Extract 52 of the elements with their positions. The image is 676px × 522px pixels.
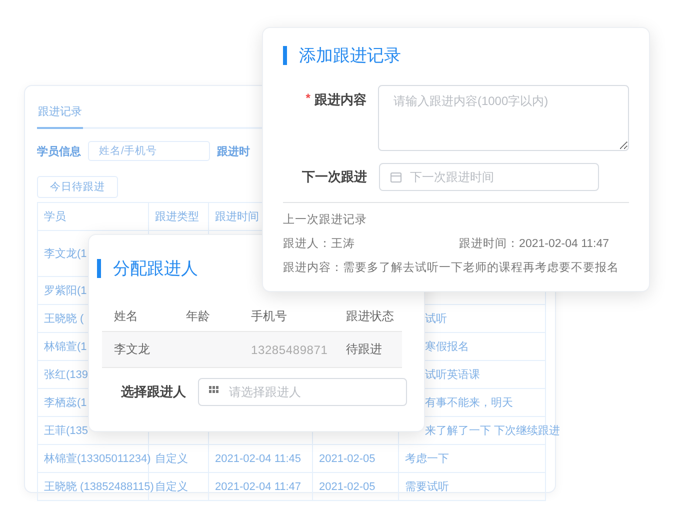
table-cell-text: 考虑一下 [405, 452, 449, 466]
filter-label: 跟进时 [217, 144, 250, 158]
table-cell-text: 自定义 [155, 480, 188, 494]
calendar-icon [390, 171, 402, 183]
table-cell-text: 需要试听 [405, 480, 449, 494]
table-cell-text: 有事不能来，明天 [425, 396, 513, 410]
table-cell-text: 来了解了一下 下次继续跟进 [425, 424, 560, 438]
table-cell-text: 李文龙(1 [44, 246, 87, 261]
column-header: 跟进状态 [346, 308, 394, 325]
time-text: 跟进时间：2021-02-04 11:47 [459, 236, 609, 251]
table-cell-text: 林锦萱(1 [44, 340, 87, 354]
select-field[interactable]: 请选择跟进人 [198, 378, 407, 406]
date-field[interactable]: 下一次跟进时间 [379, 163, 599, 191]
table-cell-text: 试听英语课 [425, 368, 480, 382]
filter-label: 学员信息 [37, 144, 81, 158]
column-header: 手机号 [251, 308, 287, 325]
table-cell: 李文龙 [114, 341, 150, 358]
column-header: 学员 [44, 210, 66, 224]
follower-text: 跟进人：王涛 [283, 236, 355, 251]
table-cell-text: 张红(139 [44, 368, 88, 382]
today-followup-button[interactable]: 今日待跟进 [37, 176, 118, 198]
content-field[interactable]: 请输入跟进内容(1000字以内) [378, 85, 629, 151]
field-label: 跟进内容 [314, 91, 366, 109]
table-cell: 2021-02-04 11:45 [215, 452, 302, 464]
table-cell-text: 王菲(135 [44, 424, 88, 438]
table-cell-text: 罗紫阳(1 [44, 284, 87, 298]
dialog-title: 分配跟进人 [113, 258, 198, 280]
required-mark: * [306, 91, 310, 107]
field-label: 选择跟进人 [121, 383, 186, 401]
table-cell-text: 王晓晓 ( [44, 312, 84, 326]
table-cell: 2021-02-05 [319, 480, 376, 492]
grid-icon [209, 386, 219, 394]
table-cell-text: 王晓晓 (13852488115) [44, 480, 154, 494]
field-label: 下一次跟进 [302, 168, 367, 186]
dialog-title: 添加跟进记录 [299, 45, 401, 67]
table-cell-text: 寒假报名 [425, 340, 469, 354]
content-text: 跟进内容：需要多了解去试听一下老师的课程再考虑要不要报名 [283, 260, 620, 275]
column-header: 跟进时间 [215, 210, 259, 224]
column-header: 姓名 [114, 308, 138, 325]
column-header: 年龄 [186, 308, 210, 325]
column-header: 跟进类型 [155, 210, 199, 224]
table-cell-text: 试听 [425, 312, 447, 326]
table-cell-text: 李栖蕊(1 [44, 396, 87, 410]
section-heading: 上一次跟进记录 [283, 212, 368, 227]
table-cell: 2021-02-04 11:47 [215, 480, 302, 492]
table-cell-text: 自定义 [155, 452, 188, 466]
table-cell: 13285489871 [251, 342, 328, 356]
table-cell: 待跟进 [346, 341, 382, 358]
table-cell: 2021-02-05 [319, 452, 376, 464]
search-field[interactable]: 姓名/手机号 [88, 141, 210, 161]
table-cell-text: 林锦萱(13305011234) [44, 452, 151, 466]
records-tab[interactable]: 跟进记录 [37, 100, 83, 129]
